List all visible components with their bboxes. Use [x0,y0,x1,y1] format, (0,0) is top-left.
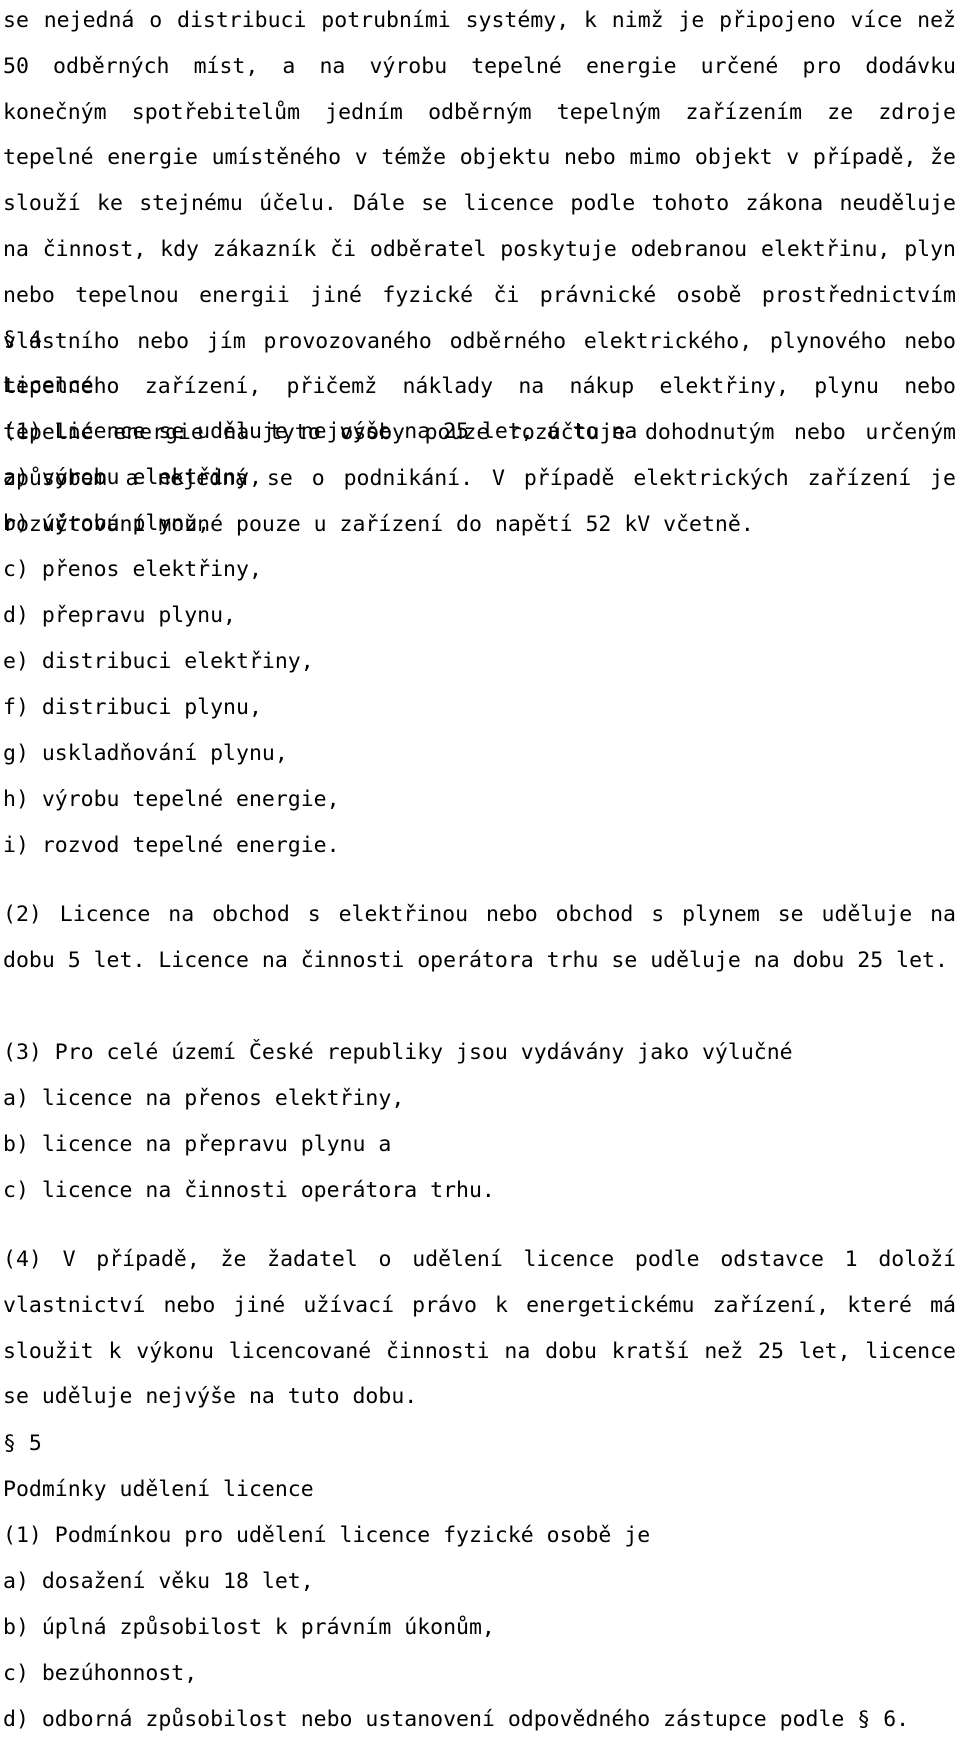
list-item: d) přepravu plynu, [3,603,236,628]
paragraph-4-3: (3) Pro celé území České republiky jsou … [3,1040,793,1065]
list-item: g) uskladňování plynu, [3,741,288,766]
list-item: b) licence na přepravu plynu a [3,1132,392,1157]
paragraph-4-1: (1) Licence se uděluje nejvýše na 25 let… [3,419,638,444]
list-item: c) přenos elektřiny, [3,557,262,582]
section-5-number: § 5 [3,1431,42,1456]
section-4-title: Licence [3,373,94,398]
document-page: se nejedná o distribuci potrubními systé… [0,0,960,1732]
list-item: c) bezúhonnost, [3,1661,198,1686]
list-item: a) licence na přenos elektřiny, [3,1086,405,1111]
list-item: d) odborná způsobilost nebo ustanovení o… [3,1707,910,1732]
paragraph-4-2: (2) Licence na obchod s elektřinou nebo … [3,902,956,973]
list-item: b) výrobu plynu, [3,511,211,536]
section-5-title: Podmínky udělení licence [3,1477,314,1502]
list-item: a) dosažení věku 18 let, [3,1569,314,1594]
section-4-number: § 4 [3,327,42,352]
list-item: a) výrobu elektřiny, [3,465,262,490]
list-item: b) úplná způsobilost k právním úkonům, [3,1615,495,1640]
list-item: i) rozvod tepelné energie. [3,833,340,858]
paragraph-5-1: (1) Podmínkou pro udělení licence fyzick… [3,1523,651,1548]
list-item: f) distribuci plynu, [3,695,262,720]
paragraph-4-4: (4) V případě, že žadatel o udělení lice… [3,1247,956,1410]
list-item: c) licence na činnosti operátora trhu. [3,1178,495,1203]
list-item: h) výrobu tepelné energie, [3,787,340,812]
list-item: e) distribuci elektřiny, [3,649,314,674]
